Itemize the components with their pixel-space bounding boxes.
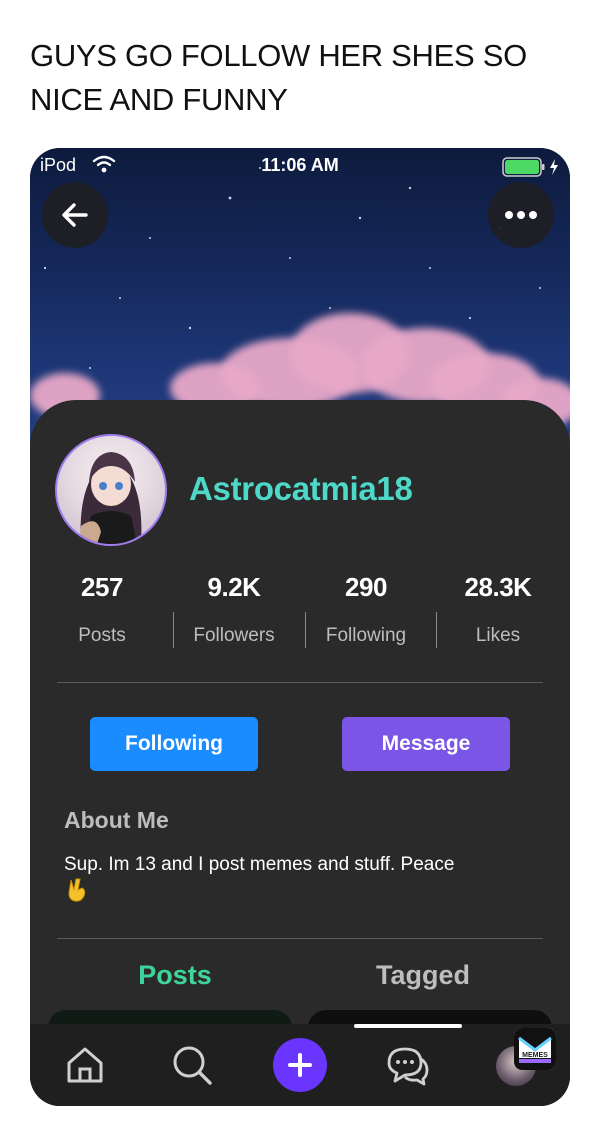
nav-search[interactable] <box>167 1040 217 1090</box>
status-bar: iPod 11:06 AM <box>30 148 570 184</box>
plus-icon <box>288 1053 312 1077</box>
more-options-button[interactable] <box>488 182 554 248</box>
divider <box>57 938 543 939</box>
about-title: About Me <box>64 807 169 833</box>
stat-posts[interactable]: 257 Posts <box>36 572 168 647</box>
home-icon <box>67 1047 103 1083</box>
nav-messages[interactable] <box>382 1040 432 1090</box>
stat-followers[interactable]: 9.2K Followers <box>168 572 300 647</box>
stat-label: Followers <box>193 625 275 646</box>
tab-tagged[interactable]: Tagged <box>303 960 543 991</box>
stats-row: 257 Posts 9.2K Followers 290 Following 2… <box>30 572 570 652</box>
meme-caption: GUYS GO FOLLOW HER SHES SO NICE AND FUNN… <box>30 38 527 117</box>
profile-card: Astrocatmia18 257 Posts 9.2K Followers 2… <box>30 400 570 1106</box>
stat-value: 257 <box>81 572 123 602</box>
battery-icon <box>502 157 558 177</box>
nav-home[interactable] <box>60 1040 110 1090</box>
status-time: 11:06 AM <box>261 155 339 175</box>
following-button[interactable]: Following <box>90 717 258 771</box>
message-button[interactable]: Message <box>342 717 510 771</box>
stat-value: 9.2K <box>207 572 261 602</box>
avatar[interactable] <box>55 434 167 546</box>
stat-label: Posts <box>78 625 126 646</box>
stat-label: Likes <box>475 625 521 646</box>
more-icon <box>505 211 537 219</box>
tab-indicator <box>354 1024 462 1028</box>
username: Astrocatmia18 <box>189 470 413 507</box>
memes-app-logo: MEMES <box>514 1028 556 1070</box>
nav-create-button[interactable] <box>273 1038 327 1092</box>
about-text: Sup. Im 13 and I post memes and stuff. P… <box>64 854 455 875</box>
stat-label: Following <box>325 625 407 646</box>
back-arrow-icon <box>62 203 88 227</box>
stat-likes[interactable]: 28.3K Likes <box>432 572 564 647</box>
stat-value: 28.3K <box>464 572 532 602</box>
stat-following[interactable]: 290 Following <box>300 572 432 647</box>
stat-value: 290 <box>345 572 387 602</box>
tab-posts[interactable]: Posts <box>55 960 295 991</box>
divider <box>57 682 543 683</box>
watermark-text: MEMES <box>522 1052 548 1059</box>
phone-screenshot: iPod 11:06 AM Astrocatmia18 257 Posts 9.… <box>30 148 570 1106</box>
peace-hand-icon <box>68 878 86 902</box>
search-icon <box>173 1046 212 1085</box>
messages-icon <box>387 1047 429 1086</box>
back-button[interactable] <box>42 182 108 248</box>
bottom-nav <box>30 1024 570 1106</box>
